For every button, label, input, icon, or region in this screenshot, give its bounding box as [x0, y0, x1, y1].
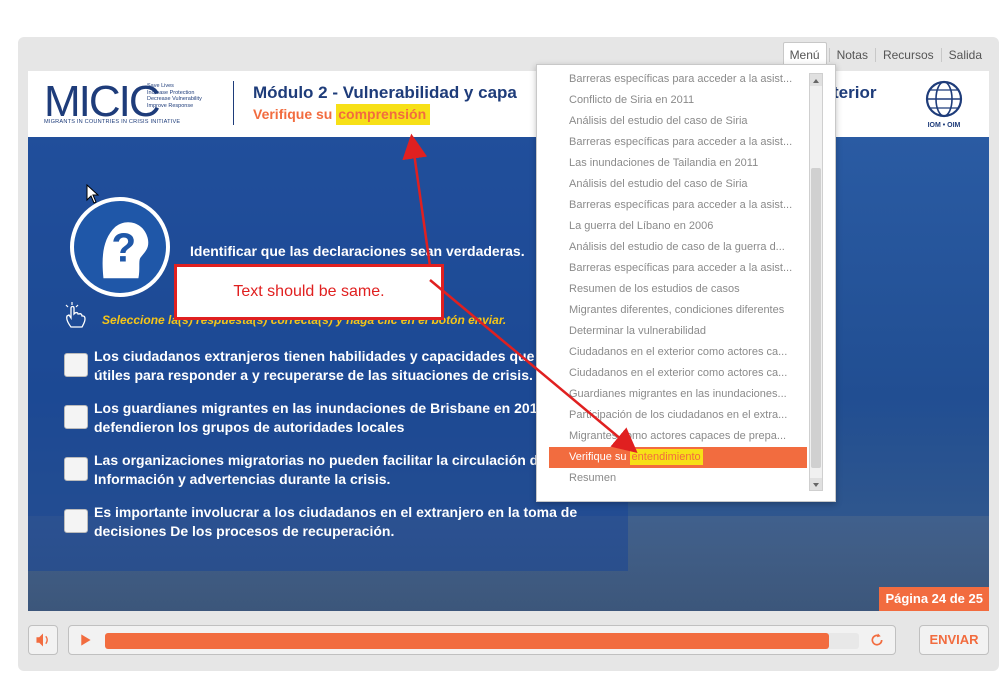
header-divider: [233, 81, 234, 125]
question-prompt: Identificar que las declaraciones sean v…: [190, 243, 525, 259]
answer-checkbox[interactable]: [64, 405, 88, 429]
nav-resources[interactable]: Recursos: [874, 48, 941, 62]
answer-text: Es importante involucrar a los ciudadano…: [94, 504, 578, 539]
logo-tagline: Save Lives: [147, 83, 174, 89]
menu-item[interactable]: Ciudadanos en el exterior como actores c…: [549, 342, 807, 363]
menu-item[interactable]: Migrantes como actores capaces de prepa.…: [549, 426, 807, 447]
title-text: Módulo 2 - Vulnerabilidad y capa: [253, 83, 517, 102]
page-indicator: Página 24 de 25: [879, 587, 989, 611]
logo-subtitle: MIGRANTS IN COUNTRIES IN CRISIS INITIATI…: [44, 119, 181, 125]
submit-button[interactable]: ENVIAR: [919, 625, 989, 655]
scroll-down-arrow[interactable]: [810, 478, 822, 490]
play-icon[interactable]: [71, 626, 99, 654]
logo-tagline: Increase Protection: [147, 89, 195, 96]
menu-dropdown: Barreras específicas para acceder a la a…: [536, 64, 836, 502]
menu-item[interactable]: Barreras específicas para acceder a la a…: [549, 258, 807, 279]
subtitle-prefix: Verifique su: [253, 106, 337, 122]
menu-item[interactable]: Barreras específicas para acceder a la a…: [549, 195, 807, 216]
nav-exit[interactable]: Salida: [940, 48, 989, 62]
menu-item[interactable]: Guardianes migrantes en las inundaciones…: [549, 384, 807, 405]
logo-taglines: Save Lives Increase Protection Decrease …: [147, 83, 202, 109]
progress-fill: [105, 633, 829, 649]
pointer-hand-icon: [65, 302, 86, 328]
logo-tagline: Improve Response: [147, 102, 194, 109]
answer-checkbox[interactable]: [64, 457, 88, 481]
page-subtitle: Verifique su comprensión: [253, 104, 431, 125]
menu-item[interactable]: Participación de los ciudadanos en el ex…: [549, 405, 807, 426]
menu-item-current[interactable]: Verifique su entendimiento: [549, 447, 807, 468]
menu-item[interactable]: Las inundaciones de Tailandia en 2011: [549, 153, 807, 174]
menu-list: Barreras específicas para acceder a la a…: [549, 69, 807, 489]
iom-logo-text: IOM • OIM: [928, 122, 961, 129]
menu-item[interactable]: Análisis del estudio del caso de Siria: [549, 174, 807, 195]
menu-item[interactable]: Análisis del estudio del caso de Siria: [549, 111, 807, 132]
iom-logo: IOM • OIM: [925, 80, 963, 129]
menu-item[interactable]: Migrantes diferentes, condiciones difere…: [549, 300, 807, 321]
scroll-up-arrow[interactable]: [810, 74, 822, 86]
slide-body: ? Identificar que las declaraciones sean…: [28, 137, 989, 611]
menu-item[interactable]: Resumen: [549, 468, 807, 489]
playback-controls: ENVIAR: [28, 623, 989, 659]
answer-checkbox[interactable]: [64, 509, 88, 533]
answer-checkbox[interactable]: [64, 353, 88, 377]
menu-item[interactable]: Determinar la vulnerabilidad: [549, 321, 807, 342]
title-suffix: terior: [833, 83, 877, 102]
progress-area: [68, 625, 896, 655]
menu-item[interactable]: La guerra del Líbano en 2006: [549, 216, 807, 237]
menu-item[interactable]: Conflicto de Siria en 2011: [549, 90, 807, 111]
menu-item-label: Verifique su: [569, 451, 630, 463]
progress-bar[interactable]: [105, 633, 859, 649]
scroll-thumb[interactable]: [811, 168, 821, 468]
menu-item-highlight: entendimiento: [629, 449, 703, 465]
slide: MICIC Save Lives Increase Protection Dec…: [28, 71, 989, 611]
menu-item[interactable]: Barreras específicas para acceder a la a…: [549, 132, 807, 153]
menu-item[interactable]: Barreras específicas para acceder a la a…: [549, 69, 807, 90]
slide-header: MICIC Save Lives Increase Protection Dec…: [28, 71, 989, 137]
logo-tagline: Decrease Vulnerability: [147, 96, 202, 103]
speaker-icon: [36, 633, 48, 647]
course-player: Menú Notas Recursos Salida MICIC Save Li…: [18, 37, 999, 671]
menu-item[interactable]: Ciudadanos en el exterior como actores c…: [549, 363, 807, 384]
subtitle-highlight: comprensión: [336, 104, 431, 125]
micic-logo: MICIC Save Lives Increase Protection Dec…: [44, 77, 214, 127]
svg-text:?: ?: [111, 225, 136, 271]
nav-notes[interactable]: Notas: [828, 48, 875, 62]
replay-icon[interactable]: [863, 626, 891, 654]
annotation-callout: Text should be same.: [174, 264, 444, 320]
mouse-cursor-icon: [86, 184, 100, 204]
volume-button[interactable]: [28, 625, 58, 655]
menu-scrollbar[interactable]: [809, 73, 823, 491]
menu-item[interactable]: Resumen de los estudios de casos: [549, 279, 807, 300]
answer-option[interactable]: Es importante involucrar a los ciudadano…: [64, 503, 624, 543]
menu-item[interactable]: Análisis del estudio de caso de la guerr…: [549, 237, 807, 258]
question-icon: ?: [70, 197, 170, 297]
